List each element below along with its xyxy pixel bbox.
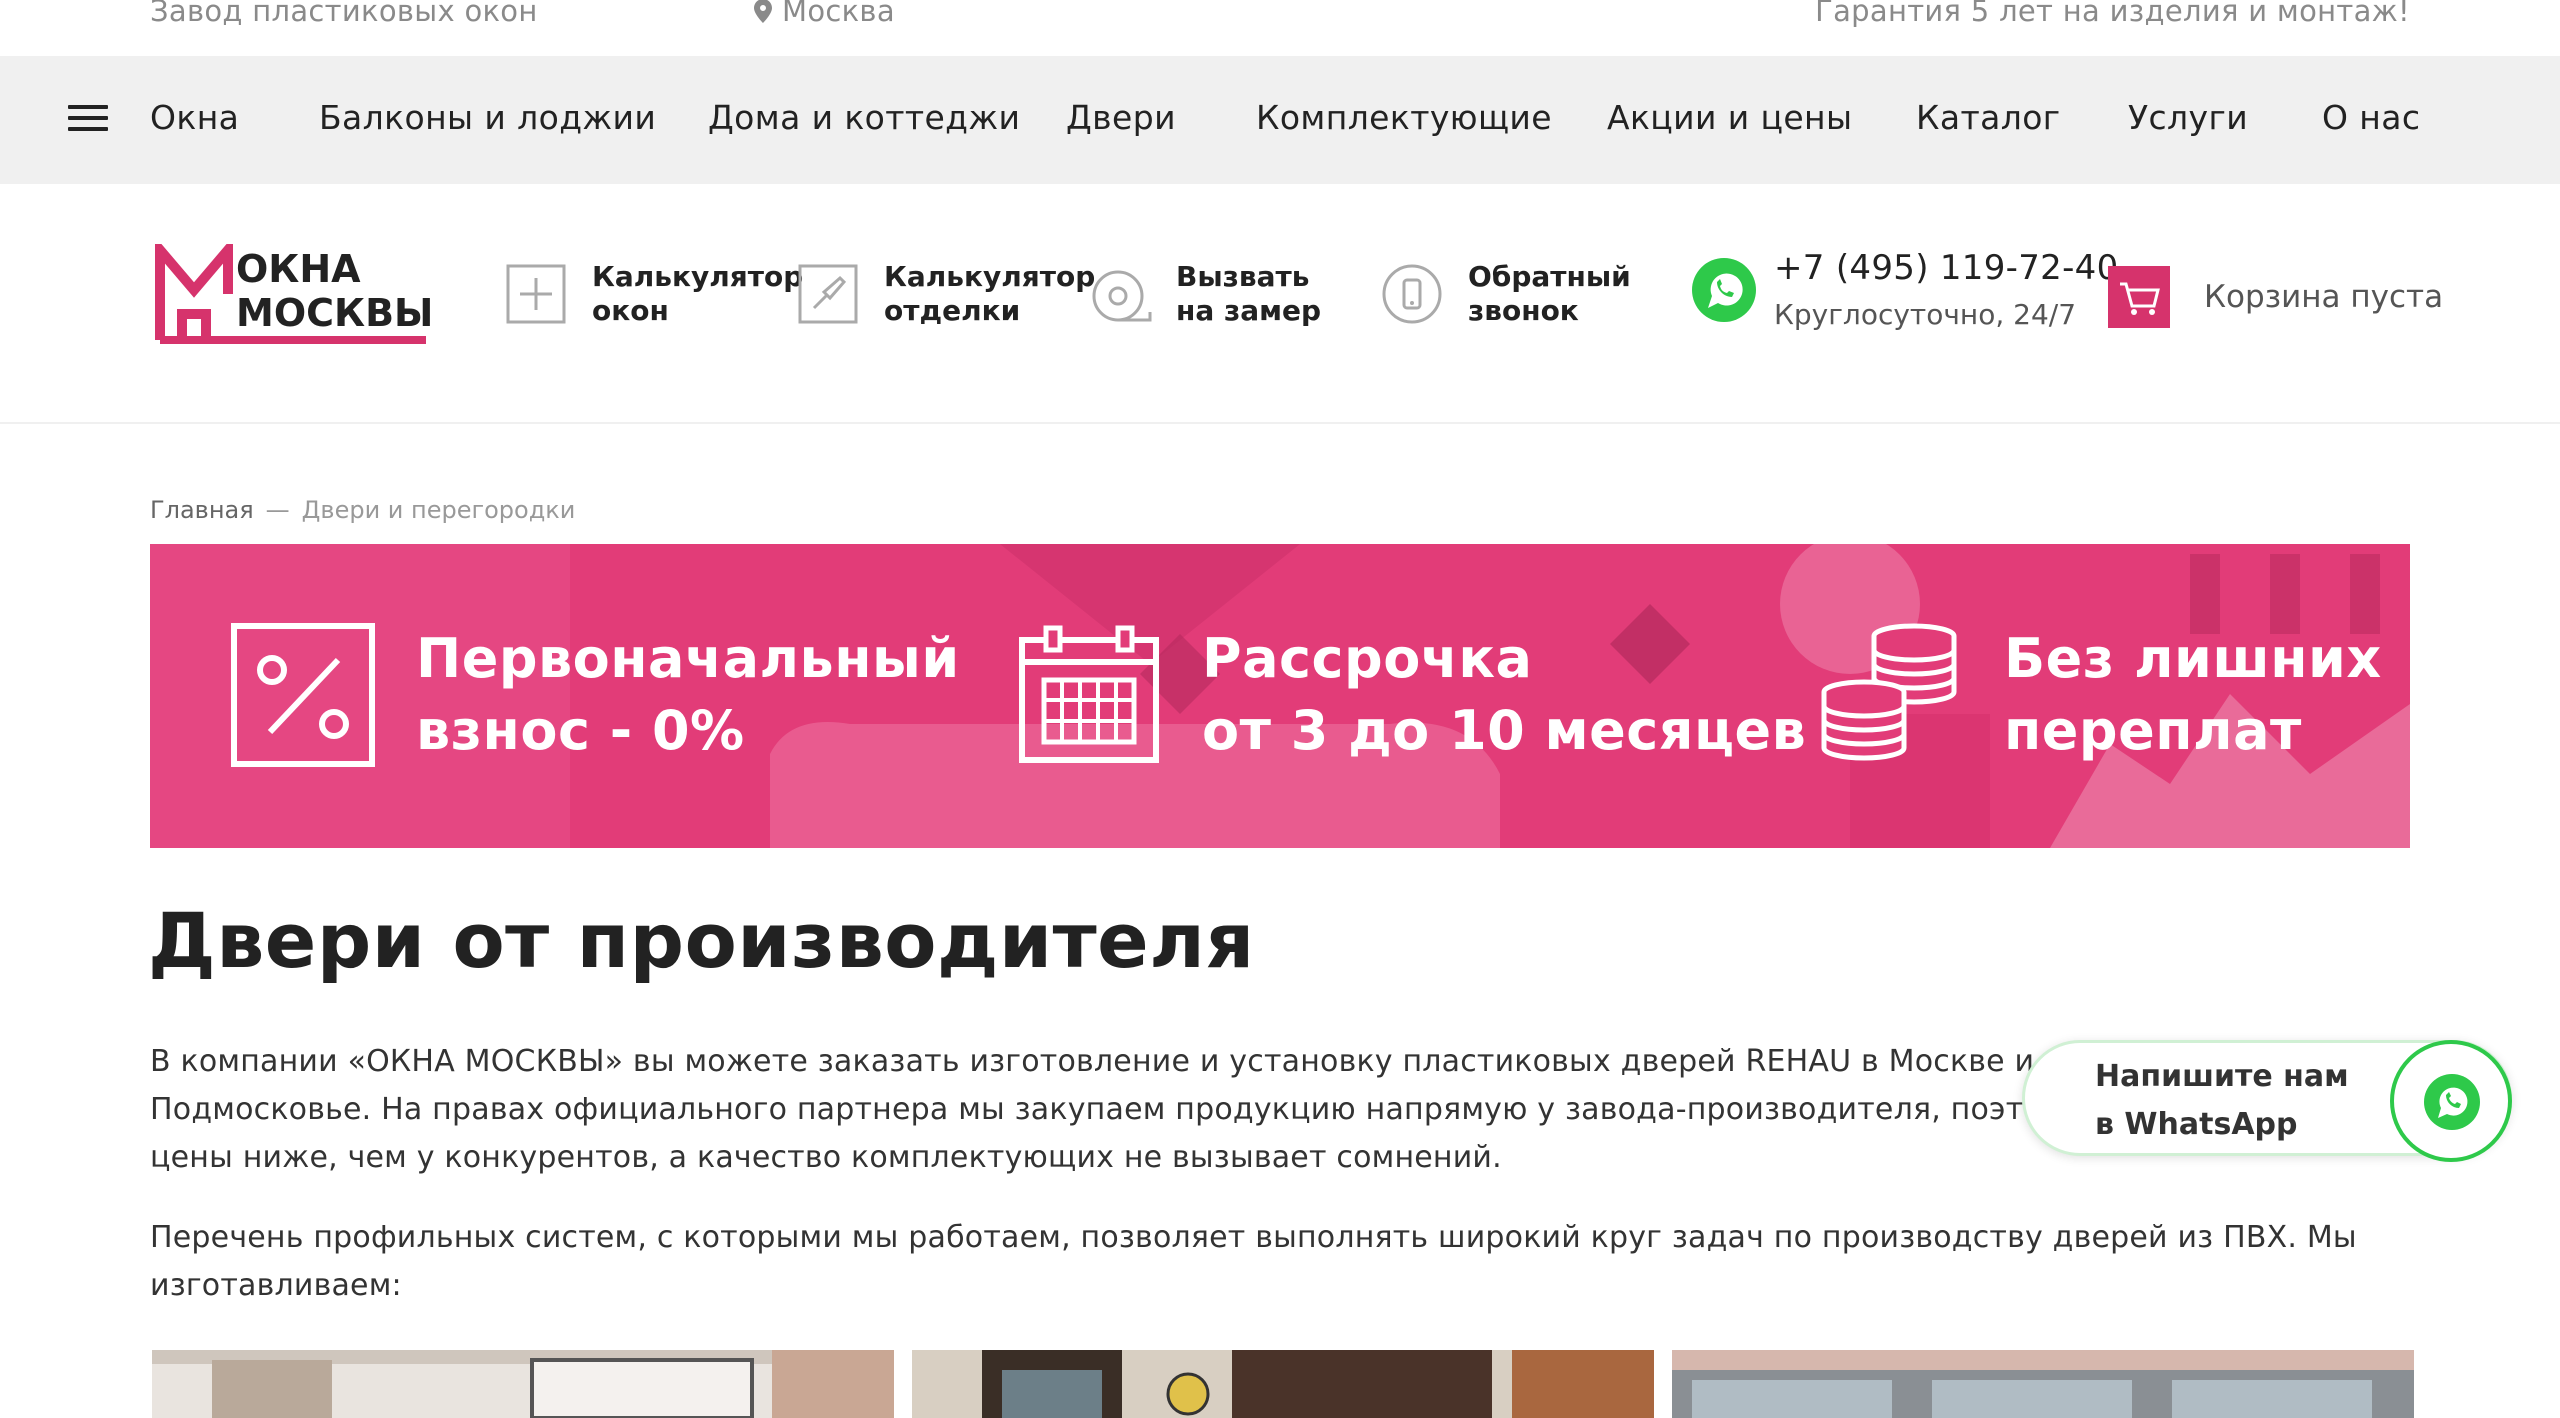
banner-text-downpayment: Первоначальный взнос - 0%: [416, 627, 960, 762]
nav-item-about[interactable]: О нас: [2322, 98, 2420, 137]
calc-windows-link[interactable]: Калькулятор окон: [504, 260, 803, 328]
cart-button[interactable]: Корзина пуста: [2108, 266, 2443, 328]
cart-label: Корзина пуста: [2204, 279, 2444, 315]
nav-item-services[interactable]: Услуги: [2128, 98, 2248, 137]
banner-text-no-overpay: Без лишних переплат: [2004, 627, 2382, 762]
systems-paragraph: Перечень профильных систем, с которыми м…: [150, 1220, 2357, 1303]
plus-square-icon: [506, 264, 566, 324]
banner-item-no-overpay: Без лишних переплат: [1818, 622, 2382, 768]
whatsapp-widget-button[interactable]: [2390, 1040, 2512, 1162]
intro-paragraph: В компании «ОКНА МОСКВЫ» вы можете заказ…: [150, 1044, 2179, 1175]
city-selector[interactable]: Москва: [754, 0, 895, 28]
logo-line2: МОСКВЫ: [236, 291, 430, 335]
door-card[interactable]: [1672, 1350, 2414, 1418]
site-header: ОКНА МОСКВЫ Калькулятор окон Калькулятор…: [0, 184, 2560, 424]
coins-stack-icon: [1821, 623, 1957, 761]
nav-item-windows[interactable]: Окна: [150, 98, 239, 137]
nav-item-accessories[interactable]: Комплектующие: [1256, 98, 1552, 137]
phone-hours: Круглосуточно, 24/7: [1774, 298, 2077, 331]
tape-measure-icon: [1092, 270, 1152, 322]
whatsapp-widget-text: Напишите нам в WhatsApp: [2095, 1059, 2349, 1142]
main-nav: Окна Балконы и лоджии Дома и коттеджи Дв…: [0, 56, 2560, 184]
logo-line1: ОКНА: [236, 247, 361, 291]
city-label: Москва: [782, 0, 895, 28]
door-types-gallery: [152, 1350, 2414, 1418]
calc-finish-label: Калькулятор отделки: [884, 260, 1096, 327]
factory-tagline: Завод пластиковых окон: [150, 0, 538, 28]
breadcrumb: Главная — Двери и перегородки: [150, 496, 575, 524]
door-card[interactable]: [152, 1350, 894, 1418]
nav-item-doors[interactable]: Двери: [1066, 98, 1176, 137]
banner-item-installment: Рассрочка от 3 до 10 месяцев: [1016, 622, 1806, 768]
cart-icon: [2108, 266, 2170, 328]
nav-item-houses[interactable]: Дома и коттеджи: [708, 98, 1020, 137]
door-photo-3: [1672, 1350, 2414, 1418]
whatsapp-icon: [1692, 257, 1756, 322]
measure-label: Вызвать на замер: [1176, 260, 1322, 327]
callback-label: Обратный звонок: [1468, 260, 1631, 327]
banner-text-installment: Рассрочка от 3 до 10 месяцев: [1202, 627, 1807, 762]
door-card[interactable]: [912, 1350, 1654, 1418]
location-pin-icon: [754, 0, 772, 23]
menu-burger-icon[interactable]: [68, 105, 108, 135]
calc-finish-link[interactable]: Калькулятор отделки: [796, 260, 1095, 328]
breadcrumb-separator: —: [265, 496, 290, 524]
door-photo-1: [152, 1350, 894, 1418]
banner-item-downpayment: Первоначальный взнос - 0%: [230, 622, 960, 768]
top-info-bar: Завод пластиковых окон Москва Гарантия 5…: [0, 0, 2560, 56]
calc-windows-label: Калькулятор окон: [592, 260, 804, 327]
phone-block[interactable]: +7 (495) 119-72-40 Круглосуточно, 24/7: [1688, 248, 2119, 331]
nav-item-promos[interactable]: Акции и цены: [1607, 98, 1852, 137]
breadcrumb-current: Двери и перегородки: [301, 496, 576, 524]
phone-number[interactable]: +7 (495) 119-72-40: [1774, 248, 2119, 288]
nav-item-balconies[interactable]: Балконы и лоджии: [319, 98, 656, 137]
nav-item-catalog[interactable]: Каталог: [1916, 98, 2061, 137]
calendar-icon: [1019, 625, 1159, 763]
guarantee-text: Гарантия 5 лет на изделия и монтаж!: [1815, 0, 2410, 28]
percent-square-icon: [231, 623, 375, 767]
brush-square-icon: [798, 264, 858, 324]
callback-link[interactable]: Обратный звонок: [1380, 260, 1631, 328]
door-photo-2: [912, 1350, 1654, 1418]
promo-banner[interactable]: Первоначальный взнос - 0% Рассрочка от 3…: [150, 544, 2410, 848]
measure-link[interactable]: Вызвать на замер: [1088, 260, 1321, 328]
phone-circle-icon: [1382, 264, 1442, 324]
whatsapp-chat-widget[interactable]: Напишите нам в WhatsApp: [2022, 1040, 2512, 1162]
site-logo[interactable]: ОКНА МОСКВЫ: [154, 244, 430, 350]
breadcrumb-home[interactable]: Главная: [150, 496, 254, 524]
page-title: Двери от производителя: [148, 896, 1255, 985]
whatsapp-icon: [2424, 1074, 2480, 1130]
